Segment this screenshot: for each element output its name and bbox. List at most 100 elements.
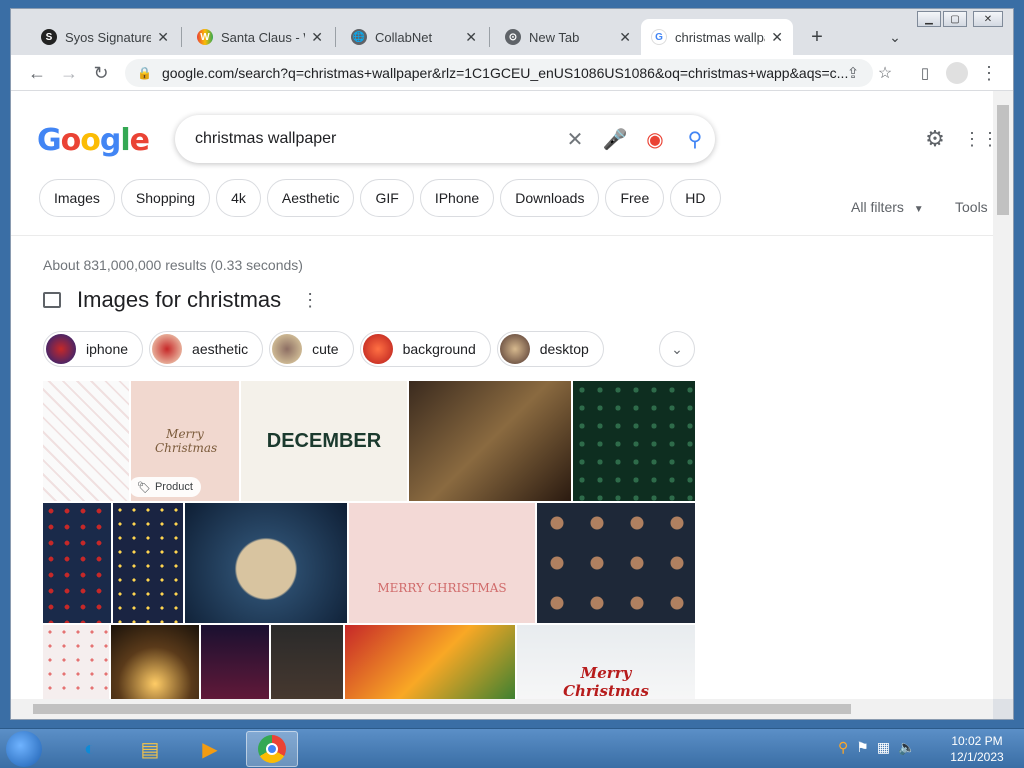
refine-chip-cute[interactable]: cute (269, 331, 354, 367)
chip-aesthetic[interactable]: Aesthetic (266, 179, 355, 217)
chip-shopping[interactable]: Shopping (120, 179, 211, 217)
chip-downloads[interactable]: Downloads (500, 179, 600, 217)
media-player-icon[interactable]: ▶ (184, 731, 236, 767)
tile-caption: DECEMBER (266, 429, 382, 452)
volume-icon[interactable]: 🔈 (898, 739, 915, 756)
vertical-scrollbar[interactable] (993, 91, 1013, 699)
browser-toolbar: ← → ↻ 🔒 google.com/search?q=christmas+wa… (11, 55, 1013, 91)
chip-images[interactable]: Images (39, 179, 115, 217)
file-explorer-icon[interactable]: ▤ (124, 731, 176, 767)
refine-chip-aesthetic[interactable]: aesthetic (149, 331, 264, 367)
chip-hd[interactable]: HD (670, 179, 721, 217)
close-tab-icon[interactable]: ✕ (311, 29, 323, 46)
image-result-bokeh[interactable] (409, 381, 571, 501)
profile-avatar-icon[interactable] (945, 61, 969, 85)
tab-separator (181, 27, 182, 47)
image-result-icons-pattern[interactable] (113, 503, 183, 623)
tab-label: New Tab (529, 29, 580, 45)
network-icon[interactable]: ▦ (877, 739, 890, 756)
image-result-merry-baubles[interactable]: Merry Christmas (517, 625, 695, 699)
chip-thumbnail (152, 334, 183, 364)
start-button[interactable] (6, 731, 42, 767)
close-tab-icon[interactable]: ✕ (157, 29, 169, 46)
chip-4k[interactable]: 4k (216, 179, 261, 217)
image-result-pattern[interactable] (43, 381, 129, 501)
chip-label: background (402, 341, 476, 357)
refine-chip-iphone[interactable]: iphone (43, 331, 144, 367)
apps-grid-icon[interactable]: ⋮⋮ (963, 127, 993, 151)
refine-chip-desktop[interactable]: desktop (496, 331, 604, 367)
bookmark-star-icon[interactable]: ☆ (873, 61, 897, 85)
tab-christmas-wallpaper[interactable]: G christmas wallpap ✕ (641, 19, 793, 55)
tools-button[interactable]: Tools (955, 199, 988, 215)
maximize-button[interactable]: ▢ (943, 11, 967, 27)
back-arrow-icon[interactable]: ← (25, 61, 49, 85)
clock-date: 12/1/2023 (950, 750, 1004, 764)
chip-gif[interactable]: GIF (360, 179, 414, 217)
header-divider (11, 235, 993, 236)
image-result-dark-tree[interactable] (271, 625, 343, 699)
google-favicon-icon: G (651, 29, 667, 45)
close-window-button[interactable]: ✕ (973, 11, 1003, 27)
image-result-navy-pattern[interactable] (43, 503, 111, 623)
images-section-heading: Images for christmas ⋮ (43, 287, 319, 313)
new-tab-plus-icon[interactable]: + (805, 25, 829, 49)
google-logo[interactable]: Google (37, 123, 150, 158)
forward-arrow-icon[interactable]: → (57, 61, 81, 85)
image-result-reindeer[interactable] (537, 503, 695, 623)
chip-free[interactable]: Free (605, 179, 665, 217)
expand-chevron-icon[interactable]: ⌄ (659, 331, 695, 367)
image-icon (43, 292, 61, 308)
tile-caption: Merry Christmas (155, 427, 218, 455)
search-icon[interactable]: ⚲ (675, 119, 715, 159)
close-tab-icon[interactable]: ✕ (771, 29, 783, 46)
lens-camera-icon[interactable]: ◉ (635, 119, 675, 159)
minimize-button[interactable]: ▁ (917, 11, 941, 27)
chip-thumbnail (272, 334, 303, 364)
horizontal-scrollbar[interactable] (11, 699, 993, 719)
menu-kebab-icon[interactable]: ⋮ (977, 61, 1001, 85)
tab-collabnet[interactable]: 🌐 CollabNet ✕ (341, 19, 487, 55)
image-result-ornaments[interactable] (345, 625, 515, 699)
page-content: Google christmas wallpaper ✕ 🎤 ◉ ⚲ ⚙ ⋮⋮ … (11, 91, 993, 699)
clear-search-icon[interactable]: ✕ (555, 119, 595, 159)
image-result-trees[interactable] (573, 381, 695, 501)
search-tray-icon[interactable]: ⚲ (838, 739, 848, 756)
image-result-pink-tree[interactable] (201, 625, 269, 699)
tab-separator (489, 27, 490, 47)
clock[interactable]: 10:02 PM 12/1/2023 (944, 733, 1010, 765)
edge-icon[interactable]: ◐ (64, 731, 116, 767)
tab-new-tab[interactable]: ⊙ New Tab ✕ (495, 19, 641, 55)
tab-search-chevron-icon[interactable]: ⌄ (883, 25, 907, 49)
tag-icon: 🏷 (137, 481, 151, 494)
search-input[interactable]: christmas wallpaper (195, 130, 555, 148)
address-bar[interactable]: 🔒 google.com/search?q=christmas+wallpape… (125, 59, 873, 87)
wiki-favicon-icon: W (197, 29, 213, 45)
search-box[interactable]: christmas wallpaper ✕ 🎤 ◉ ⚲ (175, 115, 715, 163)
tab-syos[interactable]: S Syos Signature c ✕ (31, 19, 179, 55)
more-options-icon[interactable]: ⋮ (301, 290, 319, 311)
reload-icon[interactable]: ↻ (89, 61, 113, 85)
chip-iphone[interactable]: IPhone (419, 179, 495, 217)
voice-search-mic-icon[interactable]: 🎤 (595, 119, 635, 159)
side-panel-icon[interactable]: ▯ (913, 61, 937, 85)
all-filters-button[interactable]: All filters ▼ (851, 199, 924, 215)
close-tab-icon[interactable]: ✕ (619, 29, 631, 46)
image-result-merry-christmas[interactable]: Merry Christmas 🏷 Product (131, 381, 239, 501)
filter-chips: Images Shopping 4k Aesthetic GIF IPhone … (39, 179, 721, 219)
chrome-taskbar-icon[interactable] (246, 731, 298, 767)
tab-santa-claus[interactable]: W Santa Claus - Wi ✕ (187, 19, 333, 55)
product-badge: 🏷 Product (131, 477, 201, 497)
image-result-glow[interactable] (111, 625, 199, 699)
share-icon[interactable]: ⇪ (841, 61, 865, 85)
flag-icon[interactable]: ⚑ (856, 739, 869, 756)
close-tab-icon[interactable]: ✕ (465, 29, 477, 46)
image-result-merry-pink[interactable]: MERRY CHRISTMAS (349, 503, 535, 623)
settings-gear-icon[interactable]: ⚙ (923, 126, 947, 151)
refine-chip-background[interactable]: background (359, 331, 491, 367)
chrome-icon: ⊙ (505, 29, 521, 45)
image-result-december[interactable]: DECEMBER (241, 381, 407, 501)
image-result-winter-wreath[interactable] (185, 503, 347, 623)
tile-caption: MERRY CHRISTMAS (377, 581, 507, 595)
image-result-light-pattern[interactable] (43, 625, 109, 699)
